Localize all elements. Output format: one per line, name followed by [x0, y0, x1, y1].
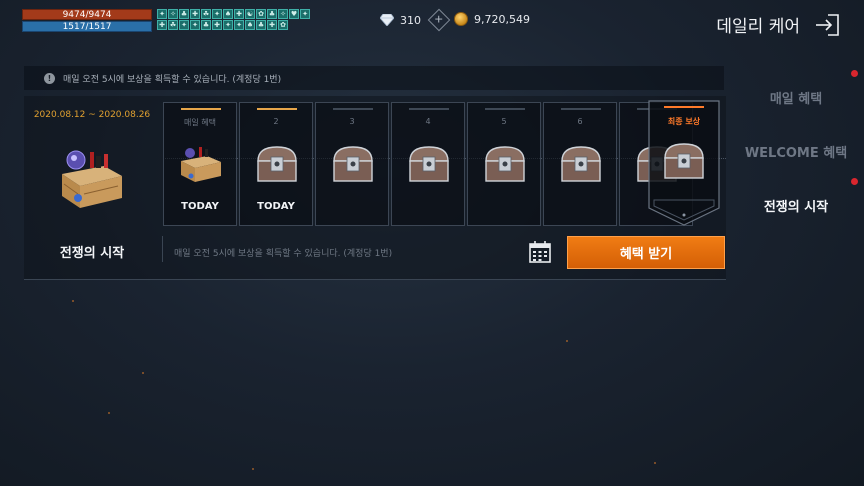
- hp-value: 9474/9474: [62, 10, 112, 20]
- slot-label: 3: [349, 117, 355, 126]
- slot-indicator: [333, 108, 373, 110]
- diamond-amount: 310: [400, 13, 421, 27]
- sidebar-tab[interactable]: WELCOME 혜택: [728, 124, 864, 178]
- slot-label: 2: [273, 117, 279, 126]
- buff-icon[interactable]: ✦: [179, 20, 189, 30]
- buff-icon[interactable]: ✚: [190, 9, 200, 19]
- reward-slot[interactable]: 6: [543, 102, 617, 226]
- claim-reward-button[interactable]: 혜택 받기: [567, 236, 725, 269]
- buff-icon[interactable]: ✦: [157, 9, 167, 19]
- notification-dot: [851, 70, 858, 77]
- slot-indicator: [561, 108, 601, 110]
- buff-icon[interactable]: ✿: [256, 9, 266, 19]
- info-icon: !: [44, 72, 55, 84]
- gold-currency: 9,720,549: [454, 12, 530, 26]
- ember-particle: [72, 300, 74, 302]
- slot-label: 6: [577, 117, 583, 126]
- buff-icon[interactable]: ✚: [234, 9, 244, 19]
- slot-label: 5: [501, 117, 507, 126]
- buff-icon[interactable]: ♣: [179, 9, 189, 19]
- slot-today-label: TODAY: [181, 201, 219, 212]
- gold-coin-icon: [454, 12, 468, 26]
- slot-today-label: TODAY: [257, 201, 295, 212]
- buff-icon[interactable]: ✧: [278, 9, 288, 19]
- hp-bar: 9474/9474: [22, 9, 152, 20]
- ember-particle: [142, 372, 144, 374]
- sidebar: 매일 혜택 WELCOME 혜택전쟁의 시작: [728, 70, 864, 232]
- buff-icon[interactable]: ✦: [300, 9, 310, 19]
- buff-icon[interactable]: ♥: [289, 9, 299, 19]
- mp-value: 1517/1517: [62, 22, 112, 32]
- event-name: 전쟁의 시작: [59, 246, 125, 261]
- buff-icon[interactable]: ✚: [267, 20, 277, 30]
- buff-icon[interactable]: ♣: [256, 20, 266, 30]
- buff-icon[interactable]: ☘: [168, 20, 178, 30]
- reward-slot[interactable]: 2 TODAY: [239, 102, 313, 226]
- slot-label: 매일 혜택: [184, 118, 216, 127]
- top-bar: 9474/9474 1517/1517 ✦ ✧ ♣ ✚ ☘ ✦ ♠ ✚ ☯ ✿ ♣ ✧ ♥ ✦ ✚ ☘ ✦ ✦ ♣ ✚…: [0, 0, 864, 50]
- event-panel: 2020.08.12 ~ 2020.08.26 전쟁의 시작 매일 혜택 TOD…: [24, 96, 726, 280]
- buff-icon[interactable]: ✦: [223, 20, 233, 30]
- event-date-range: 2020.08.12 ~ 2020.08.26: [33, 110, 151, 120]
- sidebar-tab-label: WELCOME 혜택: [744, 145, 848, 161]
- slot-indicator: [485, 108, 525, 110]
- page-title: 데일리 케어: [716, 17, 800, 37]
- buff-icon[interactable]: ✧: [168, 9, 178, 19]
- ember-particle: [654, 462, 656, 464]
- sidebar-tab[interactable]: 전쟁의 시작: [728, 178, 864, 232]
- notice-text: 매일 오전 5시에 보상을 획득할 수 있습니다. (계정당 1번): [63, 74, 282, 85]
- slot-indicator: [409, 108, 449, 110]
- ember-particle: [108, 412, 110, 414]
- slot-indicator: [181, 108, 221, 110]
- silver-chest-icon: [409, 146, 449, 182]
- buff-icon[interactable]: ✚: [212, 20, 222, 30]
- buff-icon[interactable]: ✚: [157, 20, 167, 30]
- sidebar-tab-label: 매일 혜택: [769, 91, 823, 107]
- buff-icon[interactable]: ✦: [212, 9, 222, 19]
- sidebar-tab-label: 전쟁의 시작: [763, 199, 829, 215]
- buff-icon[interactable]: ☯: [245, 9, 255, 19]
- mp-bar: 1517/1517: [22, 21, 152, 32]
- buff-icon[interactable]: ✦: [234, 20, 244, 30]
- diamond-icon: [380, 14, 394, 26]
- reward-gift-box-icon: [62, 150, 122, 208]
- ember-particle: [566, 340, 568, 342]
- buff-icon[interactable]: ♣: [201, 20, 211, 30]
- reward-slot[interactable]: 4: [391, 102, 465, 226]
- buff-icon[interactable]: ☘: [201, 9, 211, 19]
- claim-reward-label: 혜택 받기: [619, 247, 673, 262]
- buff-icon[interactable]: ♣: [267, 9, 277, 19]
- notification-dot: [851, 178, 858, 185]
- reward-slot[interactable]: 매일 혜택 TODAY: [163, 102, 237, 226]
- divider: [162, 236, 163, 262]
- reward-slots: 매일 혜택 TODAY 2 TODAY 3 4 5 6: [163, 102, 726, 226]
- calendar-icon[interactable]: [528, 240, 552, 264]
- buff-icon[interactable]: ✿: [278, 20, 288, 30]
- add-diamond-icon[interactable]: +: [427, 8, 451, 32]
- ember-particle: [252, 468, 254, 470]
- silver-chest-icon: [561, 146, 601, 182]
- sidebar-tab[interactable]: 매일 혜택: [728, 70, 864, 124]
- silver-chest-icon: [333, 146, 373, 182]
- reward-slot[interactable]: 3: [315, 102, 389, 226]
- title-area: 데일리 케어: [716, 12, 840, 37]
- bottom-notice: 매일 오전 5시에 보상을 획득할 수 있습니다. (계정당 1번): [174, 249, 393, 259]
- buff-icon[interactable]: ✦: [190, 20, 200, 30]
- buff-icon[interactable]: ♠: [223, 9, 233, 19]
- final-reward-slot[interactable]: [648, 100, 720, 226]
- notice-bar: ! 매일 오전 5시에 보상을 획득할 수 있습니다. (계정당 1번): [24, 66, 724, 90]
- gift-box-icon: [181, 147, 221, 182]
- slot-indicator: [257, 108, 297, 110]
- reward-slot[interactable]: 5: [467, 102, 541, 226]
- gold-amount: 9,720,549: [474, 12, 530, 26]
- silver-chest-icon: [485, 146, 525, 182]
- exit-icon[interactable]: [814, 13, 840, 37]
- buff-icons: ✦ ✧ ♣ ✚ ☘ ✦ ♠ ✚ ☯ ✿ ♣ ✧ ♥ ✦ ✚ ☘ ✦ ✦ ♣ ✚ ✦ ✦ ♠ ♣ ✚ ✿: [157, 9, 317, 30]
- diamond-currency: 310 +: [380, 8, 451, 32]
- buff-icon[interactable]: ♠: [245, 20, 255, 30]
- slot-label: 4: [425, 117, 431, 126]
- silver-chest-icon: [257, 146, 297, 182]
